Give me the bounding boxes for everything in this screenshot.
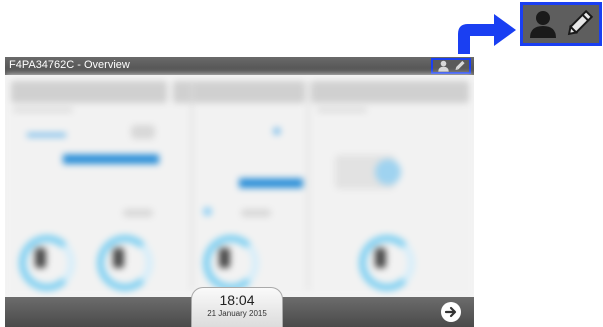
panel-header-3 [311,81,469,103]
pencil-icon [567,9,594,36]
user-icon [530,11,556,38]
user-icon [437,60,449,72]
blurred-value-small: ▬▬▬ [27,125,66,140]
panel-divider [307,80,309,290]
panel-header-1 [11,81,167,103]
clock-date: 21 January 2015 [207,309,267,318]
gauge-value [113,248,124,268]
overview-content-blurred: ▬▬▬ ▬▬▬ ■ ▬▬ [5,75,474,297]
window-title: F4PA34762C - Overview [9,59,130,71]
user-login-button[interactable] [431,58,471,74]
gauge [359,235,415,291]
gauge-value [35,248,46,268]
panel-divider [191,80,193,290]
blurred-label [123,209,153,217]
callout-user-edit-box [520,2,602,46]
gauge [19,235,75,291]
blurred-value-small: ■ [273,123,281,138]
blurred-chip [131,125,155,139]
next-page-button[interactable] [441,302,461,322]
panel-subline [317,108,367,112]
gauge [97,235,153,291]
blurred-label [241,209,271,217]
callout-arrow [458,14,516,54]
gauge-value [375,248,386,268]
arrow-right-circle-icon [444,306,457,318]
clock-time: 18:04 [219,292,255,308]
blurred-chip [375,159,401,185]
blurred-value-large: ▬▬ [239,159,303,195]
overview-window: F4PA34762C - Overview ▬▬▬ ▬▬▬ ■ ▬▬ 18:04… [5,57,474,327]
clock-tab: 18:04 21 January 2015 [191,287,283,327]
bottom-bar: 18:04 21 January 2015 [5,287,474,327]
title-bar: F4PA34762C - Overview [5,57,474,75]
blurred-dot [203,207,212,216]
gauge [203,235,259,291]
gauge-value [219,248,230,268]
blurred-value-large: ▬▬▬ [63,135,159,171]
pencil-icon [455,60,465,70]
panel-subline [13,108,73,112]
